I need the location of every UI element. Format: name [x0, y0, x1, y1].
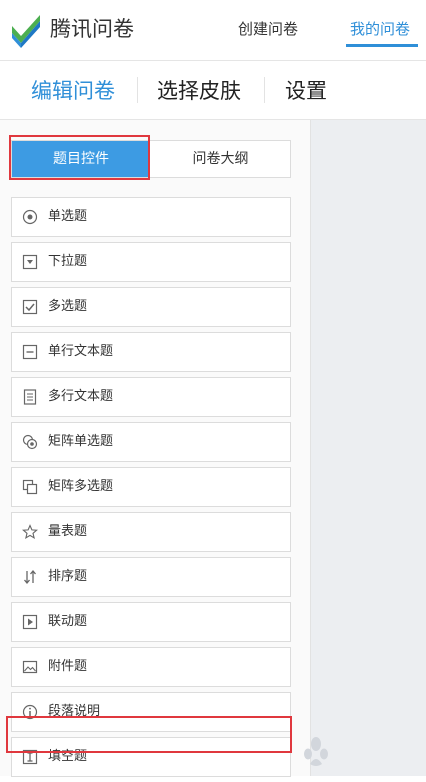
question-type-label: 填空题 — [48, 749, 88, 764]
tab-edit-survey[interactable]: 编辑问卷 — [31, 77, 115, 105]
question-type-matrix-multiple-choice[interactable]: 矩阵多选题 — [11, 467, 291, 507]
tab-settings[interactable]: 设置 — [285, 77, 327, 105]
question-type-label: 多行文本题 — [48, 389, 114, 404]
fill-blank-icon — [22, 749, 38, 765]
question-type-label: 矩阵单选题 — [48, 434, 114, 449]
question-type-label: 联动题 — [48, 614, 88, 629]
dropdown-icon — [22, 254, 38, 270]
baidu-jingyan-watermark-icon — [304, 737, 328, 766]
brand-name[interactable]: 腾讯问卷 — [50, 14, 134, 44]
matrix-radio-icon — [22, 434, 38, 450]
question-type-label: 排序题 — [48, 569, 88, 584]
question-type-paragraph[interactable]: 段落说明 — [11, 692, 291, 732]
tab-choose-skin[interactable]: 选择皮肤 — [157, 77, 241, 105]
question-type-multiple-choice[interactable]: 多选题 — [11, 287, 291, 327]
top-header: 腾讯问卷 创建问卷 我的问卷 — [0, 0, 426, 61]
question-type-label: 矩阵多选题 — [48, 479, 114, 494]
question-type-single-choice[interactable]: 单选题 — [11, 197, 291, 237]
nav-active-indicator — [346, 44, 418, 47]
nav-my-surveys[interactable]: 我的问卷 — [350, 18, 410, 40]
tencent-survey-logo-icon[interactable] — [10, 12, 42, 48]
image-icon — [22, 660, 38, 674]
question-type-linkage[interactable]: 联动题 — [11, 602, 291, 642]
question-type-label: 量表题 — [48, 524, 88, 539]
survey-canvas-area[interactable] — [310, 120, 426, 776]
question-type-multi-line-text[interactable]: 多行文本题 — [11, 377, 291, 417]
question-type-fill-blank[interactable]: 填空题 — [11, 737, 291, 777]
survey-outline-button[interactable]: 问卷大纲 — [151, 141, 290, 177]
sort-icon — [24, 569, 36, 585]
star-icon — [22, 524, 38, 540]
question-type-label: 单行文本题 — [48, 344, 114, 359]
question-type-sorting[interactable]: 排序题 — [11, 557, 291, 597]
question-type-label: 段落说明 — [48, 704, 101, 719]
matrix-checkbox-icon — [22, 479, 38, 495]
question-type-single-line-text[interactable]: 单行文本题 — [11, 332, 291, 372]
radio-icon — [22, 209, 38, 225]
tab-divider — [264, 77, 265, 103]
nav-create-survey[interactable]: 创建问卷 — [238, 18, 298, 40]
editor-tab-bar: 编辑问卷 选择皮肤 设置 — [0, 61, 426, 120]
info-icon — [22, 704, 38, 720]
question-type-label: 单选题 — [48, 209, 88, 224]
question-type-list: 单选题 下拉题 多选题 单行文本题 多行文本题 矩阵单选题 矩阵多选题 量表题 … — [11, 197, 291, 782]
question-type-rating-scale[interactable]: 量表题 — [11, 512, 291, 552]
panel-toggle: 题目控件 问卷大纲 — [11, 140, 291, 178]
question-type-matrix-single-choice[interactable]: 矩阵单选题 — [11, 422, 291, 462]
multi-line-text-icon — [23, 389, 37, 405]
single-line-text-icon — [22, 344, 38, 360]
question-type-attachment[interactable]: 附件题 — [11, 647, 291, 687]
tab-divider — [137, 77, 138, 103]
linkage-icon — [22, 614, 38, 630]
question-type-label: 附件题 — [48, 659, 88, 674]
checkbox-icon — [22, 299, 38, 315]
question-type-label: 下拉题 — [48, 254, 88, 269]
question-controls-button[interactable]: 题目控件 — [12, 141, 150, 177]
question-type-dropdown[interactable]: 下拉题 — [11, 242, 291, 282]
question-type-label: 多选题 — [48, 299, 88, 314]
